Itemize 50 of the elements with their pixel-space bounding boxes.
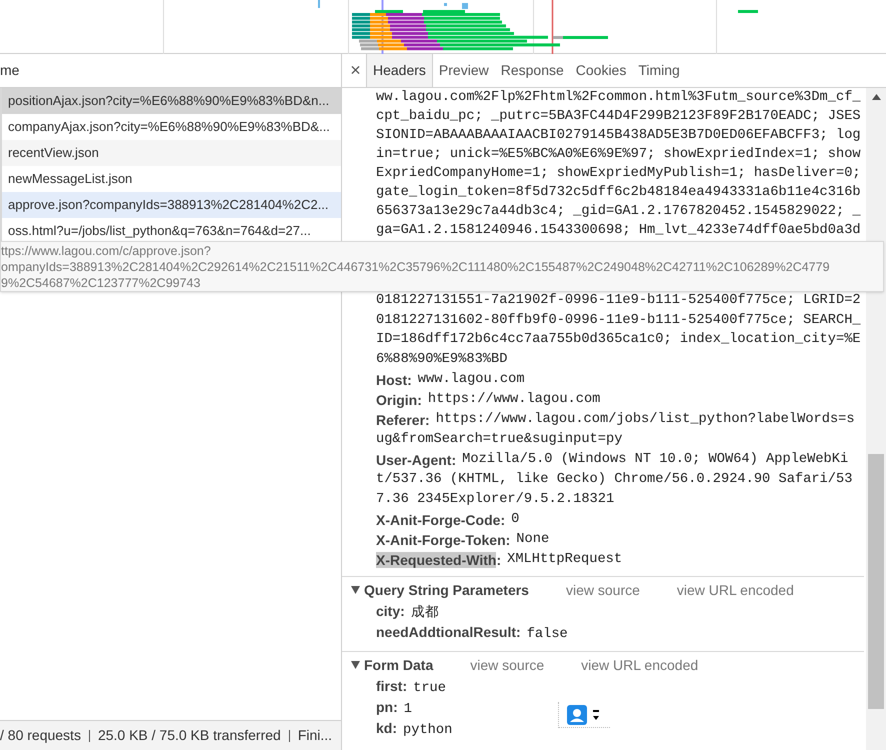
separator-text: : [400,602,405,621]
header-field: Origin: https://www.lagou.com [376,390,600,410]
param-value: 成都 [410,604,439,623]
header-field: X-Anit-Forge-Code: 0 [376,510,520,530]
view-link[interactable]: view URL encoded [581,654,698,676]
triangle-icon [351,661,360,669]
param-name: first [376,677,402,696]
view-link[interactable]: view source [470,654,544,676]
header-field: X-Anit-Forge-Token: None [376,530,550,550]
param-name: pn [376,698,394,717]
column-header[interactable]: me [0,60,20,81]
request-row[interactable]: positionAjax.json?city=%E6%88%90%E9%83%BD&n... [0,88,341,114]
separator-text: : [393,698,398,717]
param-value: false [526,626,568,644]
scrollbar[interactable] [866,88,886,750]
scroll-up-icon[interactable] [872,94,880,100]
param-name: city [376,602,400,621]
status-text: 25.0 KB / 75.0 KB transferred [98,726,281,745]
input-method-widget[interactable] [558,702,610,728]
param-value: 1 [404,701,412,719]
param-value: python [403,722,452,740]
request-row[interactable]: recentView.json [0,140,341,166]
view-link[interactable]: view URL encoded [676,580,794,600]
tab[interactable]: Timing [632,54,686,87]
view-link[interactable]: view source [566,580,640,600]
header-field: X-Requested-With: XMLHttpRequest [376,550,622,570]
triangle-icon [351,586,360,594]
cookie-value: ww.lagou.com%2Flp%2Fhtml%2Fcommon.html%3Futm_source%3Dm_cf_ cpt_baidu_pc; _putrc=5BA3FC44D4F299B2123F89F2B170EADC; JSES SIONID=ABAAABAAAIAACBI0279145B438AD5E3B7D0ED06EFABCFF3; log in=true; unick=%E5%BC%A0%E6%9E%97; showExpriedIndex=1; show ExpriedCompanyHome=1; showExpriedMyPublish=1; hasDeliver=0; gate_login_token=8f5d732c5dff6c2b48184ea4943331a6b11e4c316b 656373a13e29c7a44db3c4; _gid=GA1.2.1767820452.1545829022; _ ga=GA1.2.1581240946.1543300698; Hm_lvt_4233e74dff0ae5bd0a3d [376,89,862,240]
header-field: User-Agent: Mozilla/5.0 (Windows NT 10.0; WOW64) AppleWebKi t/537.36 (KHTML, like Gecko) Chrome/56.0.2924.90 Safari/53 7.36 2345Explorer/9.5.2.18321 [376,450,852,510]
caret-icon [593,708,599,720]
header-field: Host: www.lagou.com [376,370,525,390]
request-row[interactable]: approve.json?companyIds=388913%2C281404%2C2... [0,192,341,218]
person-icon [567,704,587,724]
status-text: / 80 requests [0,726,81,745]
header-field: Referer: https://www.lagou.com/jobs/list_python?labelWords=s ug&fromSearch=true&suginput=py [376,410,855,450]
tab[interactable]: Headers [367,54,433,87]
tab[interactable]: Preview [432,54,495,87]
param-name: kd [376,719,392,738]
param-name: needAddtionalResult [376,623,516,642]
separator-text: : [392,719,398,738]
tab[interactable]: Response [494,54,570,87]
status-text: Fini... [298,726,332,745]
separator-text: : [516,623,521,642]
separator-text: : [402,677,408,696]
section-toggle[interactable]: Query String Parameters [351,580,529,600]
tab[interactable]: Cookies [570,54,632,87]
tooltip-text: ttps://www.lagou.com/c/approve.json? ompanyIds=388913%2C281404%2C292614%2C21511%2C446731%2C35796%2C111480%2C155487%2C249048%2C42711%2C106289%2C4779 9%2C54687%2C123777%2C99743 [1,244,830,290]
section-toggle[interactable]: Form Data [351,654,434,676]
scrollbar-thumb[interactable] [868,454,884,709]
param-value: true [413,680,446,698]
